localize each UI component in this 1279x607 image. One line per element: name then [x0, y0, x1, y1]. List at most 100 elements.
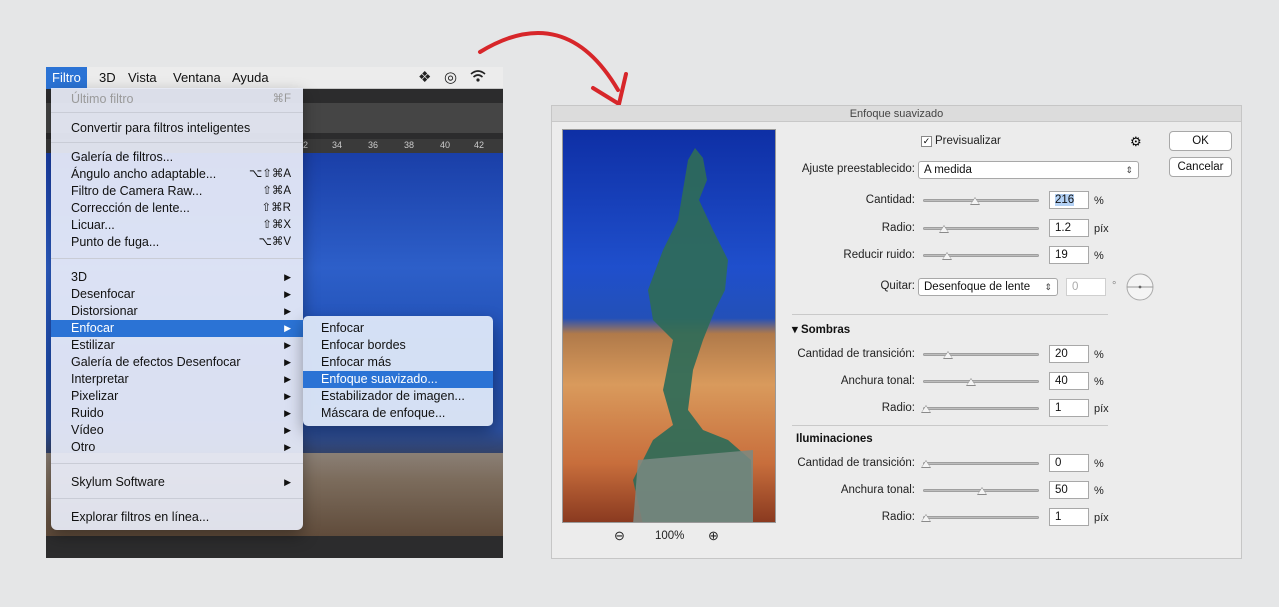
highlights-section-header[interactable]: Iluminaciones: [796, 433, 873, 445]
menu-item-sharpen[interactable]: Enfocar ▶: [51, 320, 303, 337]
shadows-tonal-slider[interactable]: [923, 378, 1039, 386]
slider-thumb[interactable]: [970, 197, 980, 205]
angle-dial-icon[interactable]: [1125, 272, 1155, 302]
zoom-bar: ⊖ 100% ⊕: [562, 527, 776, 547]
shadows-radius-label: Radio:: [881, 402, 915, 414]
radius-value: 1.2: [1055, 222, 1071, 234]
slider-thumb[interactable]: [966, 378, 976, 386]
shadows-fade-slider[interactable]: [923, 351, 1039, 359]
slider-thumb[interactable]: [921, 514, 931, 522]
dropbox-icon[interactable]: ❖: [418, 69, 431, 87]
preview-checkbox[interactable]: ✓: [921, 136, 932, 147]
menu-ayuda[interactable]: Ayuda: [226, 67, 275, 89]
creative-cloud-icon[interactable]: ◎: [444, 69, 457, 87]
menu-item-last-filter: Último filtro ⌘F: [51, 91, 303, 108]
submenu-item-sharpen[interactable]: Enfocar: [303, 320, 493, 337]
shadows-fade-value: 20: [1055, 348, 1068, 360]
remove-select[interactable]: Desenfoque de lente ⇕: [918, 278, 1058, 296]
menu-item-filter-gallery[interactable]: Galería de filtros...: [51, 149, 303, 166]
menu-item-label: Estilizar: [71, 338, 115, 352]
menu-item-distort[interactable]: Distorsionar ▶: [51, 303, 303, 320]
amount-slider[interactable]: [923, 197, 1039, 205]
shortcut: ⇧⌘X: [262, 219, 291, 231]
radius-field[interactable]: 1.2: [1049, 219, 1089, 237]
menu-item-camera-raw[interactable]: Filtro de Camera Raw... ⇧⌘A: [51, 183, 303, 200]
submenu-item-sharpen-more[interactable]: Enfocar más: [303, 354, 493, 371]
submenu-item-shake-reduction[interactable]: Estabilizador de imagen...: [303, 388, 493, 405]
submenu-arrow-icon: ▶: [284, 289, 291, 299]
cancel-button[interactable]: Cancelar: [1169, 157, 1232, 177]
submenu-arrow-icon: ▶: [284, 391, 291, 401]
submenu-arrow-icon: ▶: [284, 477, 291, 487]
degree-unit: °: [1112, 280, 1117, 292]
zoom-in-icon[interactable]: ⊕: [708, 528, 719, 544]
submenu-arrow-icon: ▶: [284, 374, 291, 384]
menu-item-skylum[interactable]: Skylum Software ▶: [51, 474, 303, 491]
radius-slider[interactable]: [923, 225, 1039, 233]
preview-image[interactable]: [562, 129, 776, 523]
shadows-radius-value: 1: [1055, 402, 1062, 414]
shadows-radius-field[interactable]: 1: [1049, 399, 1089, 417]
noise-slider[interactable]: [923, 252, 1039, 260]
zoom-out-icon[interactable]: ⊖: [614, 528, 625, 544]
slider-thumb[interactable]: [942, 252, 952, 260]
menu-item-3d[interactable]: 3D ▶: [51, 269, 303, 286]
menu-ventana[interactable]: Ventana: [167, 67, 227, 89]
gear-icon[interactable]: ⚙: [1130, 134, 1142, 150]
ok-button[interactable]: OK: [1169, 131, 1232, 151]
menu-item-noise[interactable]: Ruido ▶: [51, 405, 303, 422]
highlights-radius-field[interactable]: 1: [1049, 508, 1089, 526]
noise-field[interactable]: 19: [1049, 246, 1089, 264]
highlights-tonal-slider[interactable]: [923, 487, 1039, 495]
separator: [51, 463, 303, 464]
radius-unit: píx: [1094, 223, 1109, 235]
preset-label: Ajuste preestablecido:: [801, 163, 915, 175]
menu-item-label: Convertir para filtros inteligentes: [71, 121, 251, 135]
menu-item-render[interactable]: Interpretar ▶: [51, 371, 303, 388]
ruler-tick: 2: [303, 140, 309, 150]
menu-item-other[interactable]: Otro ▶: [51, 439, 303, 456]
highlights-radius-slider[interactable]: [921, 514, 1039, 522]
menu-filtro[interactable]: Filtro: [46, 67, 87, 89]
slider-thumb[interactable]: [943, 351, 953, 359]
amount-field[interactable]: 216: [1049, 191, 1089, 209]
menu-item-label: Corrección de lente...: [71, 201, 190, 215]
shadows-tonal-field[interactable]: 40: [1049, 372, 1089, 390]
menu-3d[interactable]: 3D: [93, 67, 122, 89]
remove-value: Desenfoque de lente: [924, 281, 1031, 293]
menu-vista[interactable]: Vista: [122, 67, 163, 89]
shadows-radius-slider[interactable]: [921, 405, 1039, 413]
menu-item-blur[interactable]: Desenfocar ▶: [51, 286, 303, 303]
menu-item-vanishing-point[interactable]: Punto de fuga... ⌥⌘V: [51, 234, 303, 251]
submenu-item-sharpen-edges[interactable]: Enfocar bordes: [303, 337, 493, 354]
menu-item-label: Desenfocar: [71, 287, 135, 301]
menu-item-label: Galería de filtros...: [71, 150, 174, 164]
menu-item-stylize[interactable]: Estilizar ▶: [51, 337, 303, 354]
menu-item-video[interactable]: Vídeo ▶: [51, 422, 303, 439]
ruler-tick: 40: [440, 140, 451, 150]
menu-item-pixelate[interactable]: Pixelizar ▶: [51, 388, 303, 405]
shadows-section-header[interactable]: ▾ Sombras: [792, 322, 850, 336]
shadows-fade-field[interactable]: 20: [1049, 345, 1089, 363]
slider-thumb[interactable]: [939, 225, 949, 233]
menu-item-browse-online[interactable]: Explorar filtros en línea...: [51, 509, 303, 526]
submenu-item-smart-sharpen[interactable]: Enfoque suavizado...: [303, 371, 493, 388]
slider-thumb[interactable]: [921, 460, 931, 468]
highlights-fade-field[interactable]: 0: [1049, 454, 1089, 472]
menu-item-lens-correction[interactable]: Corrección de lente... ⇧⌘R: [51, 200, 303, 217]
highlights-tonal-field[interactable]: 50: [1049, 481, 1089, 499]
submenu-item-unsharp-mask[interactable]: Máscara de enfoque...: [303, 405, 493, 422]
highlights-fade-slider[interactable]: [921, 460, 1039, 468]
angle-field[interactable]: 0: [1066, 278, 1106, 296]
slider-thumb[interactable]: [977, 487, 987, 495]
menu-item-blur-gallery[interactable]: Galería de efectos Desenfocar ▶: [51, 354, 303, 371]
select-chevron-icon: ⇕: [1044, 282, 1052, 292]
noise-value: 19: [1055, 249, 1068, 261]
menu-item-liquify[interactable]: Licuar... ⇧⌘X: [51, 217, 303, 234]
menu-item-adaptive-wide-angle[interactable]: Ángulo ancho adaptable... ⌥⇧⌘A: [51, 166, 303, 183]
slider-thumb[interactable]: [921, 405, 931, 413]
menu-item-convert-smart[interactable]: Convertir para filtros inteligentes: [51, 120, 303, 137]
submenu-arrow-icon: ▶: [284, 306, 291, 316]
submenu-arrow-icon: ▶: [284, 408, 291, 418]
preset-select[interactable]: A medida ⇕: [918, 161, 1139, 179]
